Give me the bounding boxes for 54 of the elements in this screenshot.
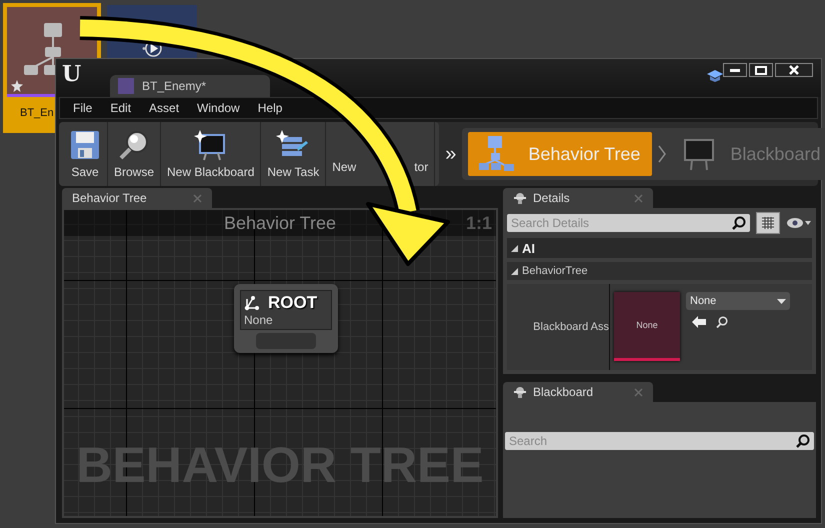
panel-tab[interactable]: Blackboard	[503, 382, 653, 402]
engine-logo: U	[62, 61, 82, 87]
maximize-icon	[755, 66, 767, 74]
toolbar-button[interactable]: New tor	[326, 122, 436, 186]
eye-icon[interactable]	[786, 217, 812, 229]
dropdown-triangle-icon	[777, 298, 786, 304]
search-field[interactable]: Search Details	[507, 214, 750, 232]
node-title: ROOT	[268, 293, 318, 313]
toolbar-button[interactable]: Browse	[108, 122, 162, 186]
menu-item[interactable]: Window	[190, 101, 247, 115]
view-options-button[interactable]	[756, 212, 780, 234]
panel-tab[interactable]: Behavior Tree	[62, 188, 212, 208]
node-subtitle: None	[244, 313, 274, 327]
chevron-icon	[658, 145, 666, 163]
search-icon[interactable]	[716, 316, 728, 328]
search-icon	[796, 434, 810, 448]
graph-title: Behavior Tree	[224, 212, 336, 234]
minimize-button[interactable]	[723, 63, 747, 77]
toolbar-button[interactable]: New Task	[261, 122, 326, 186]
left-arrow-icon[interactable]	[692, 316, 706, 328]
menu-item[interactable]: Edit	[103, 101, 138, 115]
asset-name: BT_En	[19, 107, 54, 119]
close-button[interactable]	[775, 63, 813, 77]
menu-item[interactable]: Help	[250, 101, 290, 115]
close-icon	[789, 65, 799, 75]
property-label: Blackboard Ass	[533, 321, 609, 333]
graduation-cap-icon[interactable]	[707, 69, 723, 83]
toolbar-button[interactable]: Save	[63, 122, 108, 186]
panel-tab-icon	[513, 191, 527, 205]
asset-dropdown[interactable]: None	[686, 292, 790, 310]
minimize-icon	[730, 68, 740, 72]
root-node[interactable]: ROOT None	[234, 284, 338, 353]
document-tab[interactable]: BT_Enemy*	[110, 75, 270, 97]
collapse-triangle-icon[interactable]	[511, 268, 518, 274]
zoom-label: 1:1	[466, 213, 492, 234]
toolbar-button[interactable]: New Blackboard	[161, 122, 262, 186]
panel-tab[interactable]: Details	[503, 188, 653, 208]
overflow-button[interactable]: »	[439, 122, 462, 186]
collapse-triangle-icon[interactable]	[511, 244, 518, 252]
menu-item[interactable]: Asset	[142, 101, 186, 115]
menu-item[interactable]: File	[66, 101, 100, 115]
maximize-button[interactable]	[749, 63, 773, 77]
subcategory-label: BehaviorTree	[522, 265, 588, 277]
grid-icon	[761, 216, 775, 230]
easel-board-icon	[194, 129, 228, 161]
magnifier-icon	[118, 129, 150, 161]
asset-thumbnail[interactable]: None	[614, 292, 680, 361]
star-icon	[11, 80, 23, 92]
category-label: AI	[522, 240, 535, 256]
tree-hierarchy-icon	[478, 135, 516, 173]
panel-tab-icon	[513, 385, 527, 399]
search-field[interactable]: Search	[505, 432, 814, 450]
search-icon	[732, 216, 746, 230]
branch-icon	[244, 295, 260, 311]
